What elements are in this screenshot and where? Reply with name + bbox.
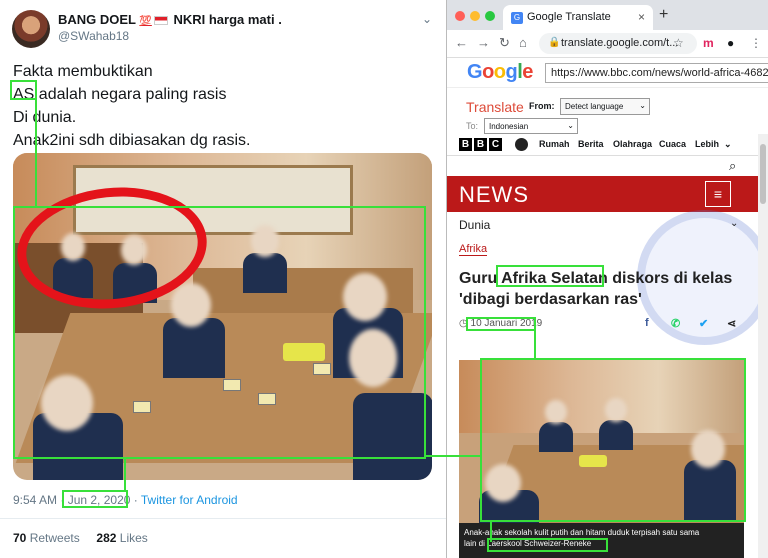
indonesia-flag-icon bbox=[153, 16, 168, 26]
connector-line bbox=[124, 459, 126, 491]
news-title[interactable]: NEWS bbox=[459, 182, 529, 208]
translate-controls: Translate From: Detect language ⌄ To: In… bbox=[447, 92, 768, 134]
nav-item-cuaca[interactable]: Cuaca bbox=[659, 139, 686, 149]
tweet-line: Anak2ini sdh dibiasakan dg rasis. bbox=[13, 132, 251, 149]
highlight-tweet-date bbox=[62, 490, 128, 508]
translate-header: Google https://www.bbc.com/news/world-af… bbox=[447, 58, 768, 88]
google-logo[interactable]: Google bbox=[467, 61, 533, 84]
twitter-share-icon[interactable]: ✔ bbox=[699, 317, 708, 330]
extension-m-icon[interactable]: m bbox=[703, 36, 714, 50]
to-label: To: bbox=[466, 121, 479, 131]
translate-label[interactable]: Translate bbox=[466, 99, 524, 115]
from-label: From: bbox=[529, 101, 555, 111]
connector-line bbox=[426, 455, 482, 457]
tweet-time[interactable]: 9:54 AM bbox=[13, 493, 57, 507]
bbc-logo-b2[interactable]: B bbox=[474, 138, 487, 151]
nav-item-rumah[interactable]: Rumah bbox=[539, 139, 570, 149]
nav-item-berita[interactable]: Berita bbox=[578, 139, 604, 149]
highlight-article-date bbox=[466, 317, 536, 331]
section-dunia[interactable]: Dunia bbox=[459, 218, 490, 232]
avatar[interactable] bbox=[12, 10, 50, 48]
lock-icon: 🔒 bbox=[548, 37, 561, 48]
chevron-down-icon[interactable]: ⌄ bbox=[724, 139, 732, 150]
minimize-window-button[interactable] bbox=[470, 11, 480, 21]
page-scrollbar[interactable] bbox=[758, 134, 768, 558]
share-icon[interactable]: ⋖ bbox=[727, 317, 736, 330]
nav-item-lebih[interactable]: Lebih bbox=[695, 139, 719, 149]
forward-icon[interactable]: → bbox=[477, 35, 490, 50]
highlight-school-name bbox=[487, 538, 608, 552]
nav-item-olahraga[interactable]: Olahraga bbox=[613, 139, 652, 149]
search-icon[interactable]: ⌕ bbox=[729, 158, 736, 174]
back-icon[interactable]: ← bbox=[455, 35, 468, 50]
bbc-nav-bar: B B C Rumah Berita Olahraga Cuaca Lebih … bbox=[447, 134, 759, 156]
chevron-down-icon: ⌄ bbox=[639, 101, 646, 110]
tweet-text: Fakta membuktikan AS adalah negara palin… bbox=[13, 60, 433, 152]
account-icon[interactable] bbox=[515, 138, 528, 151]
caption-line: Anak-anak sekolah kulit putih dan hitam … bbox=[464, 528, 700, 537]
facebook-share-icon[interactable]: f bbox=[645, 317, 649, 329]
reload-icon[interactable]: ↻ bbox=[499, 35, 510, 51]
translate-favicon-icon: G bbox=[511, 12, 523, 24]
hundred-points-icon: 💯 bbox=[139, 16, 152, 27]
chevron-down-icon: ⌄ bbox=[567, 121, 574, 130]
tab-google-translate[interactable]: G Google Translate × bbox=[503, 5, 653, 30]
hamburger-menu-icon[interactable]: ≡ bbox=[705, 181, 731, 207]
bbc-search-row: ⌕ bbox=[447, 156, 759, 176]
maximize-window-button[interactable] bbox=[485, 11, 495, 21]
tweet-line: AS adalah negara paling rasis bbox=[13, 86, 227, 103]
source-url-input[interactable]: https://www.bbc.com/news/world-africa-46… bbox=[545, 63, 768, 83]
tab-bar: G Google Translate × + bbox=[447, 0, 768, 30]
display-name-text: BANG DOEL bbox=[58, 12, 136, 27]
tweet-line: Di dunia. bbox=[13, 109, 77, 126]
highlight-article-photo bbox=[480, 358, 746, 522]
retweet-count[interactable]: 70 bbox=[13, 531, 26, 545]
from-language-select[interactable]: Detect language ⌄ bbox=[560, 98, 650, 115]
tweet-display-name[interactable]: BANG DOEL 💯 NKRI harga mati . bbox=[58, 12, 282, 27]
tag-afrika[interactable]: Afrika bbox=[459, 243, 488, 256]
more-menu-icon[interactable]: ⋮ bbox=[750, 36, 762, 50]
tweet-source-link[interactable]: Twitter for Android bbox=[141, 493, 238, 507]
from-language-value: Detect language bbox=[565, 102, 624, 111]
connector-line bbox=[35, 100, 37, 208]
connector-line bbox=[534, 330, 536, 360]
bbc-logo-c[interactable]: C bbox=[489, 138, 502, 151]
tab-title: Google Translate bbox=[527, 11, 611, 23]
tweet-line: Fakta membuktikan bbox=[13, 63, 153, 80]
highlight-as bbox=[10, 80, 37, 100]
close-window-button[interactable] bbox=[455, 11, 465, 21]
scrollbar-thumb[interactable] bbox=[760, 144, 766, 204]
address-bar-url: translate.google.com/t... bbox=[561, 37, 679, 49]
browser-toolbar: ← → ↻ ⌂ 🔒 translate.google.com/t... ☆ m … bbox=[447, 30, 768, 58]
tweet-stats: 70 Retweets 282 Likes bbox=[0, 518, 446, 557]
chevron-down-icon[interactable]: ⌄ bbox=[730, 218, 738, 229]
retweet-label[interactable]: Retweets bbox=[30, 531, 80, 545]
display-name-suffix: NKRI harga mati . bbox=[173, 12, 282, 27]
like-count[interactable]: 282 bbox=[96, 531, 116, 545]
highlight-afrika-selatan bbox=[496, 265, 604, 287]
bbc-logo-b[interactable]: B bbox=[459, 138, 472, 151]
like-label[interactable]: Likes bbox=[120, 531, 148, 545]
to-language-value: Indonesian bbox=[489, 122, 529, 131]
whatsapp-share-icon[interactable]: ✆ bbox=[671, 317, 680, 330]
to-language-select[interactable]: Indonesian ⌄ bbox=[484, 118, 578, 134]
profile-icon[interactable]: ● bbox=[727, 36, 734, 50]
highlight-tweet-photo bbox=[13, 206, 426, 459]
chevron-down-icon[interactable]: ⌄ bbox=[422, 12, 432, 26]
tweet-handle[interactable]: @SWahab18 bbox=[58, 29, 129, 43]
new-tab-button[interactable]: + bbox=[659, 6, 668, 24]
home-icon[interactable]: ⌂ bbox=[519, 35, 527, 50]
close-icon[interactable]: × bbox=[638, 10, 645, 24]
bookmark-star-icon[interactable]: ☆ bbox=[673, 36, 684, 50]
bbc-news-banner: NEWS ≡ bbox=[447, 176, 759, 212]
